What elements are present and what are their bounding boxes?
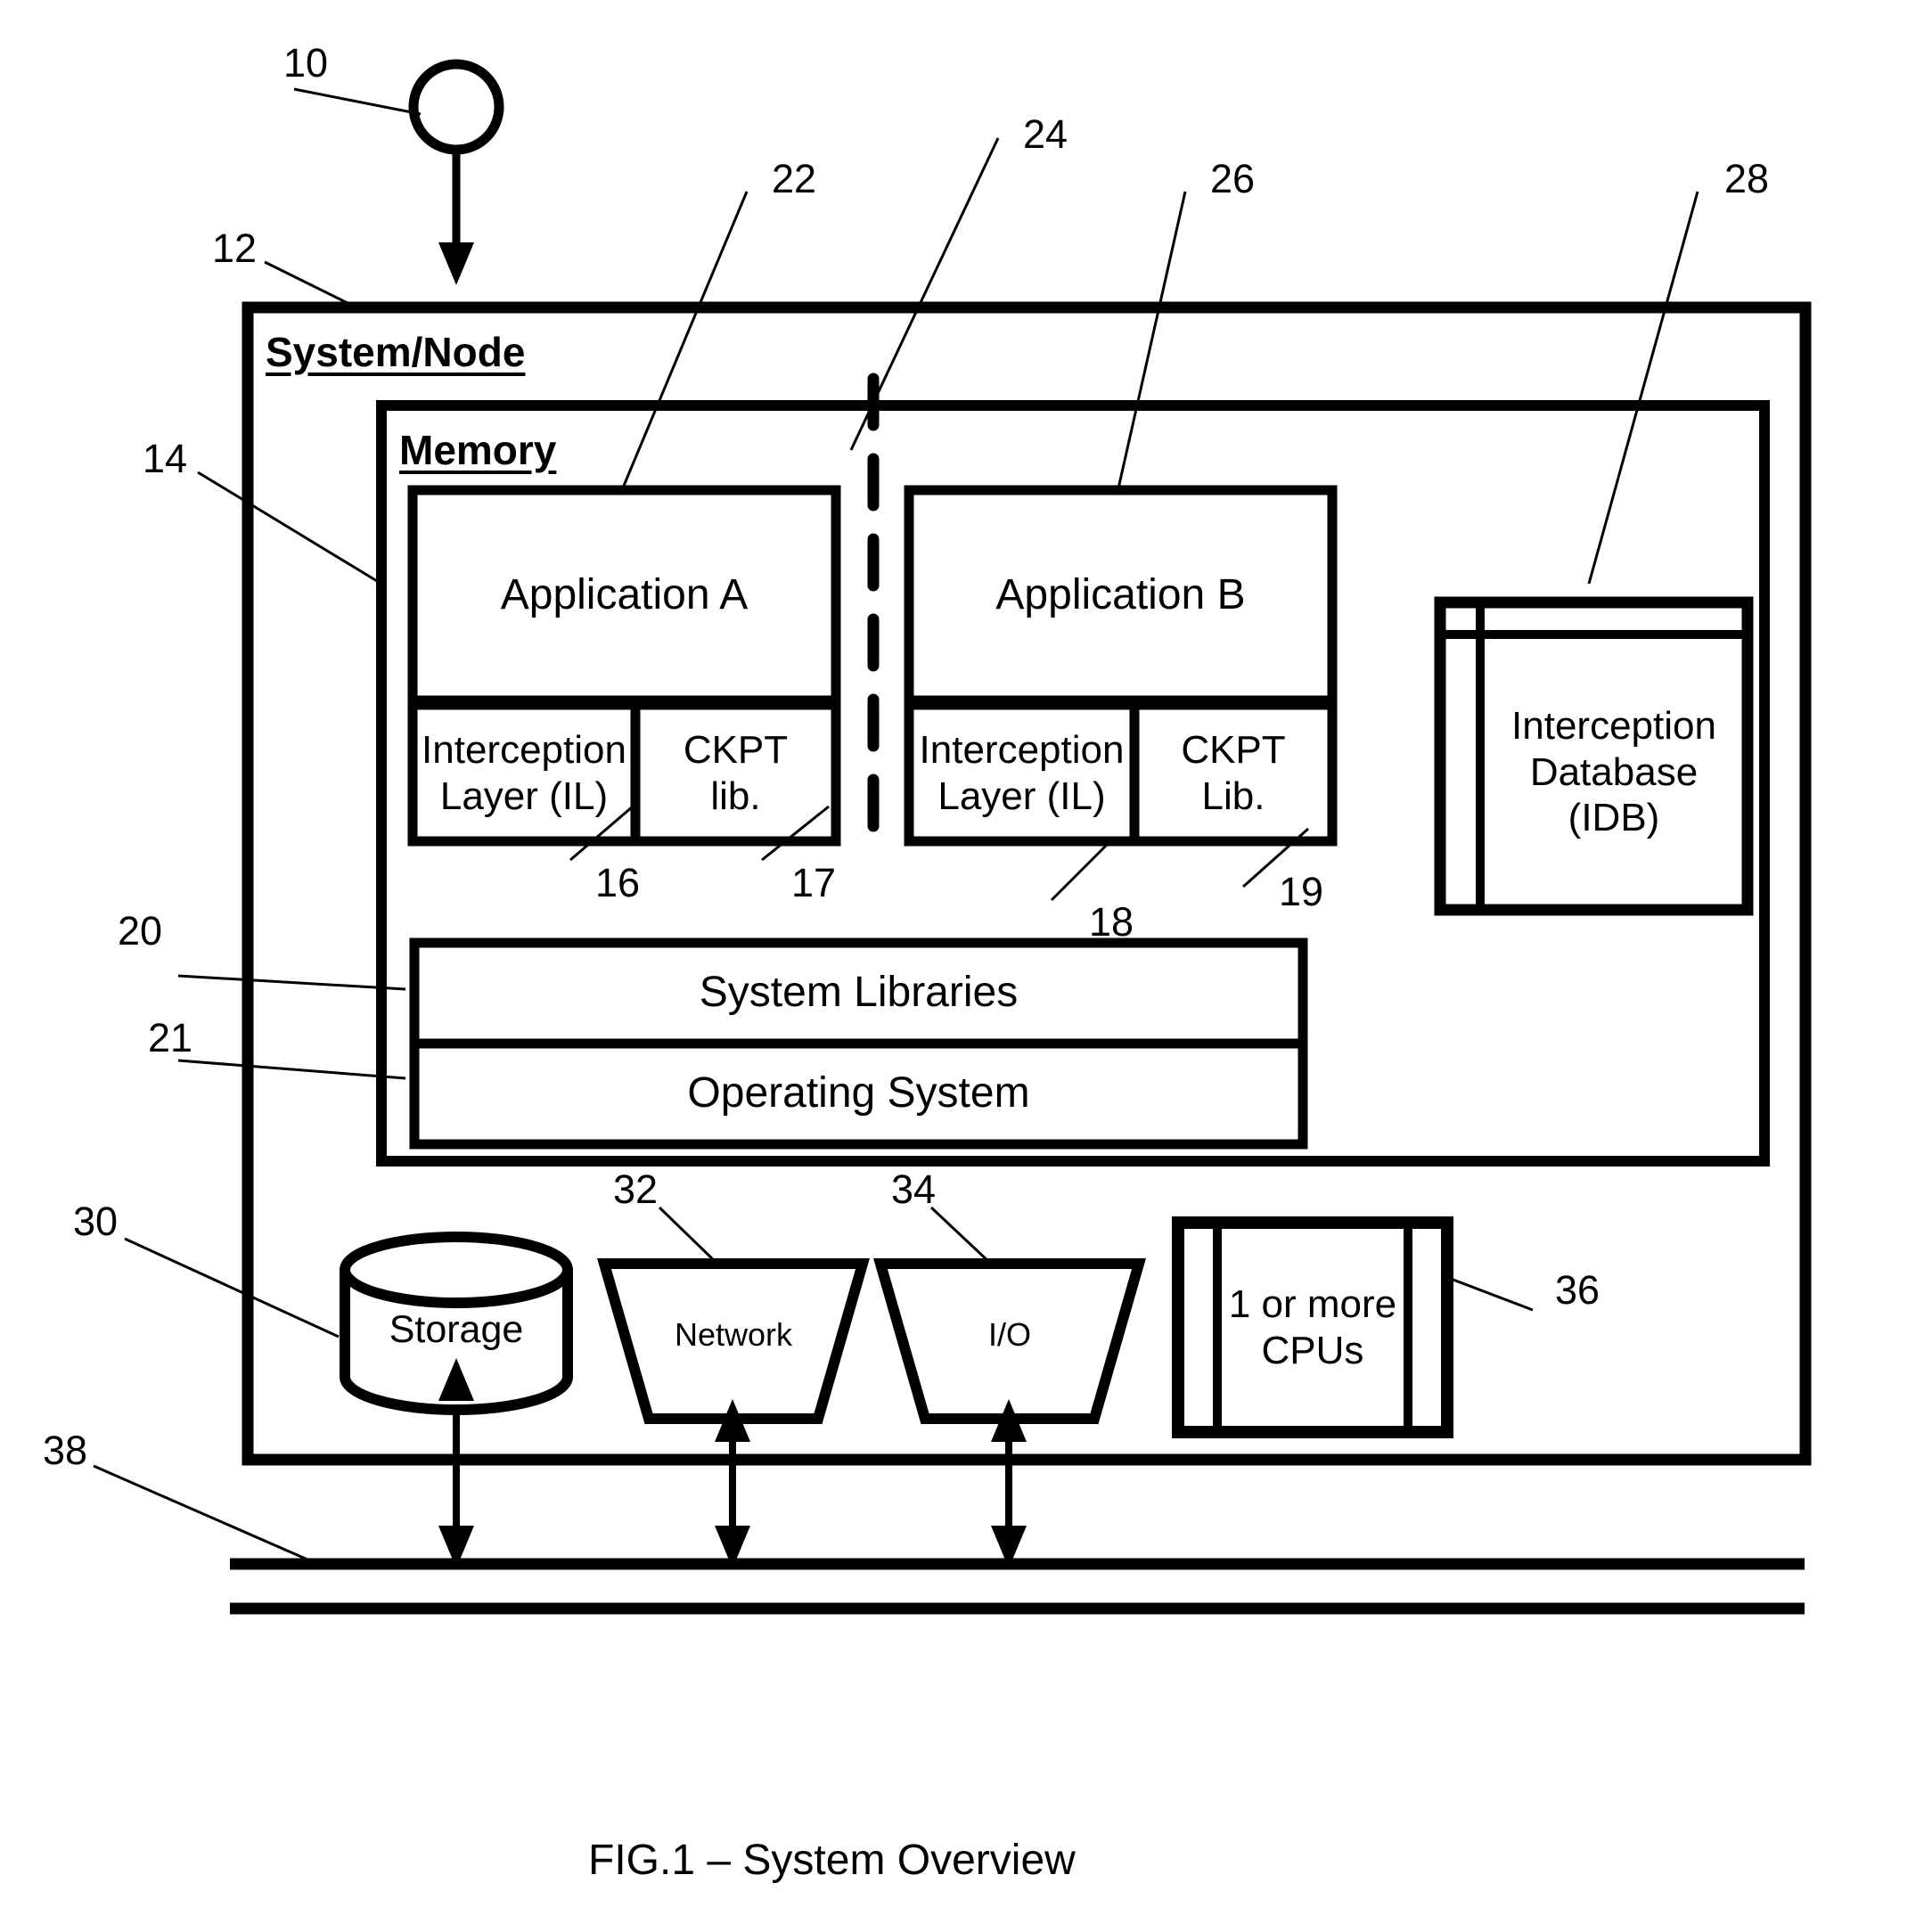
cpus-label: 1 or more CPUs: [1228, 1281, 1397, 1372]
network-label: Network: [674, 1315, 793, 1353]
system-libraries-label: System Libraries: [699, 969, 1019, 1017]
memory-title: Memory: [399, 427, 557, 473]
system-node-title: System/Node: [266, 329, 526, 375]
reference-numeral-20: 20: [118, 908, 163, 954]
io-label: I/O: [987, 1315, 1031, 1353]
reference-numeral-10: 10: [283, 40, 329, 86]
reference-numeral-14: 14: [143, 436, 188, 481]
reference-numeral-22: 22: [772, 156, 817, 201]
operating-system-label: Operating System: [687, 1069, 1030, 1117]
reference-numeral-17: 17: [791, 860, 837, 905]
reference-numeral-38: 38: [43, 1428, 88, 1473]
leader-12: [264, 260, 357, 309]
reference-numeral-16: 16: [595, 860, 641, 905]
reference-numeral-18: 18: [1089, 899, 1134, 945]
reference-numeral-26: 26: [1210, 156, 1256, 201]
reference-numeral-21: 21: [148, 1015, 193, 1060]
leader-38: [93, 1464, 308, 1561]
leader-36: [1443, 1274, 1534, 1312]
ckpt-lib-b-label: CKPT Lib.: [1181, 727, 1286, 818]
leader-26: [1117, 191, 1187, 489]
leader-34: [929, 1206, 993, 1265]
reference-numeral-34: 34: [891, 1167, 937, 1212]
reference-numeral-12: 12: [212, 225, 258, 271]
leader-28: [1587, 191, 1699, 585]
leader-10: [293, 87, 422, 116]
storage-label: Storage: [389, 1308, 524, 1352]
leader-21: [177, 1059, 406, 1080]
leader-30: [124, 1237, 340, 1338]
ckpt-lib-a-label: CKPT lib.: [683, 727, 789, 818]
process-circle-icon: [408, 59, 504, 155]
reference-numeral-24: 24: [1023, 111, 1068, 157]
reference-numeral-19: 19: [1279, 869, 1324, 914]
process-arrow-head: [438, 242, 474, 285]
figure-canvas: System/Node Memory Application A Applica…: [0, 0, 1932, 1932]
reference-numeral-32: 32: [613, 1167, 659, 1212]
reference-numeral-28: 28: [1724, 156, 1770, 201]
leader-14: [197, 471, 382, 585]
leader-20: [177, 974, 406, 991]
reference-numeral-30: 30: [73, 1199, 119, 1244]
interception-layer-a-label: Interception Layer (IL): [422, 727, 626, 818]
application-b-label: Application B: [995, 570, 1246, 618]
interception-database-label: Interception Database (IDB): [1511, 703, 1716, 840]
leader-18: [1050, 836, 1116, 902]
figure-caption: FIG.1 – System Overview: [588, 1837, 1076, 1884]
leader-22: [622, 191, 749, 487]
interception-layer-b-label: Interception Layer (IL): [919, 727, 1125, 818]
leader-32: [658, 1206, 719, 1265]
application-a-label: Application A: [500, 570, 749, 618]
reference-numeral-36: 36: [1555, 1267, 1600, 1313]
